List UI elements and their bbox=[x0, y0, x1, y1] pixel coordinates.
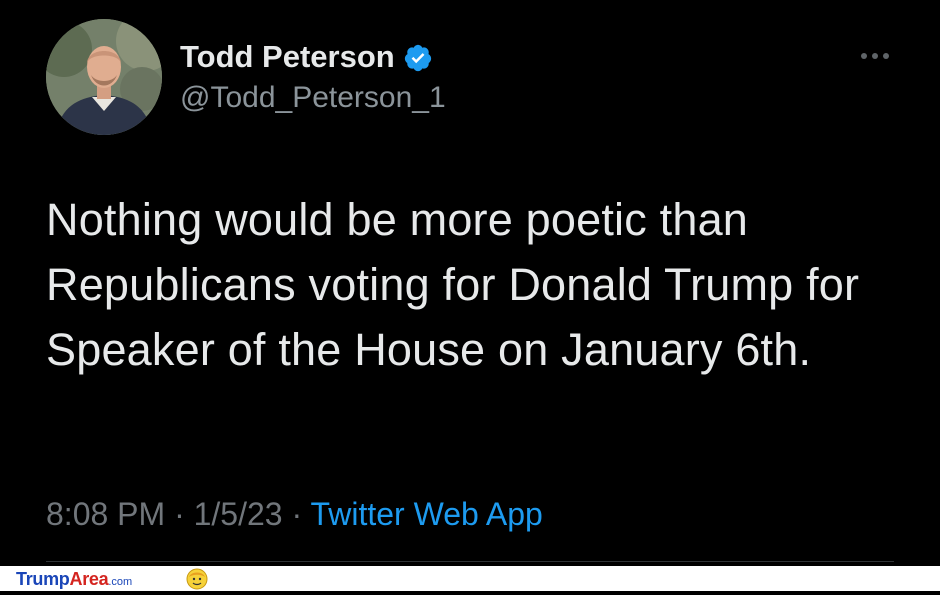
watermark-trump: Trump bbox=[16, 569, 70, 589]
watermark-com: .com bbox=[108, 576, 133, 588]
tweet-metadata: 8:08 PM · 1/5/23 · Twitter Web App bbox=[46, 494, 543, 534]
verified-badge-icon bbox=[403, 43, 433, 73]
tweet-card: Todd Peterson @Todd_Peterson_1 Nothing w… bbox=[0, 0, 940, 566]
watermark-logo-icon bbox=[186, 568, 208, 590]
more-options-icon bbox=[861, 53, 889, 59]
user-handle[interactable]: @Todd_Peterson_1 bbox=[180, 80, 446, 116]
tweet-text: Nothing would be more poetic than Republ… bbox=[46, 194, 860, 375]
meta-separator: · bbox=[174, 496, 185, 532]
meta-separator: · bbox=[291, 496, 303, 532]
watermark-bar: TrumpArea.com bbox=[0, 566, 940, 591]
tweet-date[interactable]: 1/5/23 bbox=[194, 496, 283, 532]
profile-photo-icon bbox=[46, 19, 162, 135]
display-name-text: Todd Peterson bbox=[180, 39, 395, 74]
tweet-source-link[interactable]: Twitter Web App bbox=[310, 496, 542, 532]
watermark-area: Area bbox=[69, 569, 109, 589]
display-name[interactable]: Todd Peterson bbox=[180, 38, 433, 76]
watermark-text: TrumpArea.com bbox=[16, 569, 132, 592]
tweet-time[interactable]: 8:08 PM bbox=[46, 496, 165, 532]
more-options-button[interactable] bbox=[856, 46, 894, 66]
divider bbox=[46, 561, 894, 562]
avatar[interactable] bbox=[46, 19, 162, 135]
